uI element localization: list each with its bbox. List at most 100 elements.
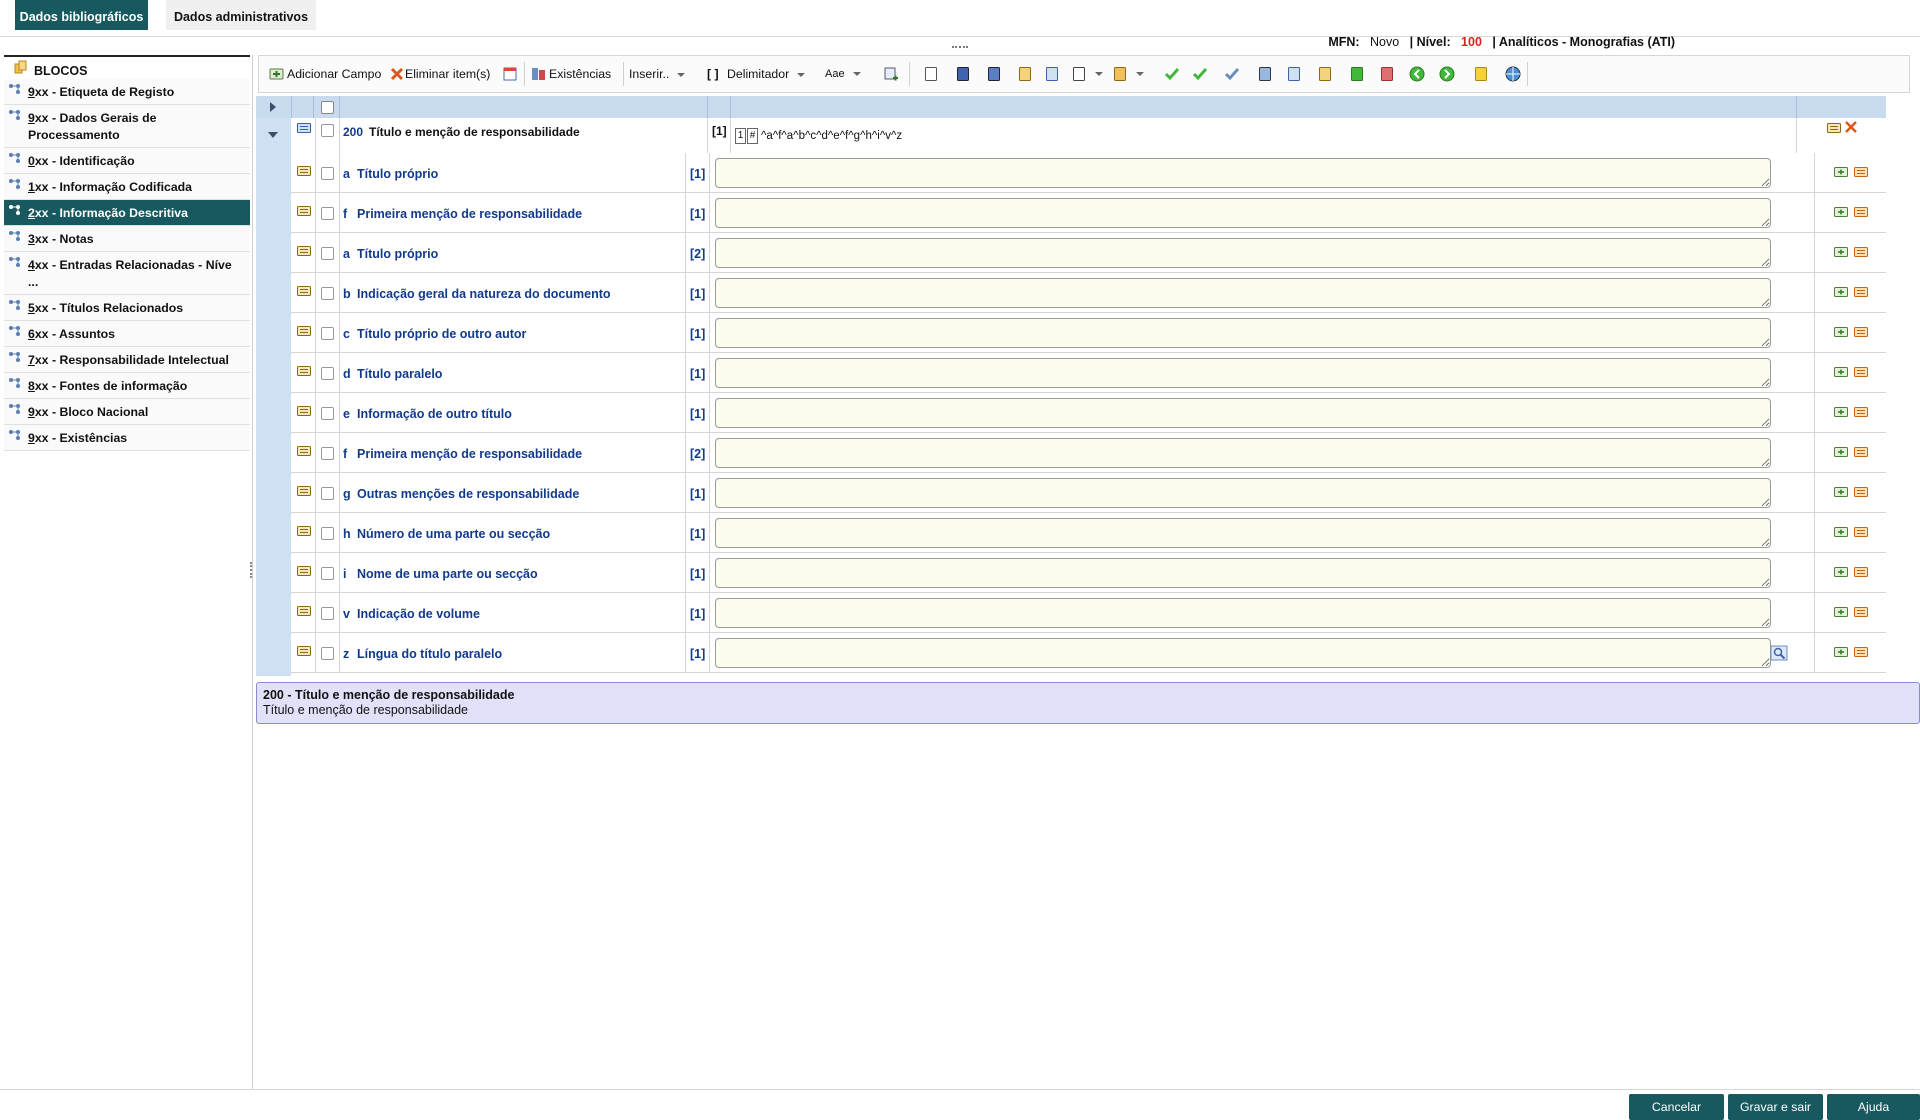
- subfield-edit-icon[interactable]: [297, 566, 311, 576]
- note-icon[interactable]: [1473, 66, 1489, 82]
- validate-save-icon[interactable]: [1192, 66, 1208, 82]
- subfield-edit-icon[interactable]: [297, 366, 311, 376]
- back-arrow-icon[interactable]: [1409, 66, 1425, 82]
- subfield-menu-icon[interactable]: [1854, 527, 1868, 537]
- zoom-in-icon[interactable]: [1044, 66, 1060, 82]
- subfield-edit-icon[interactable]: [297, 606, 311, 616]
- add-subfield-icon[interactable]: [1834, 647, 1848, 657]
- subfield-menu-icon[interactable]: [1854, 487, 1868, 497]
- subfield-checkbox[interactable]: [321, 407, 334, 420]
- subfield-checkbox[interactable]: [321, 527, 334, 540]
- subfield-menu-icon[interactable]: [1854, 167, 1868, 177]
- tab-dados-bibliograficos[interactable]: Dados bibliográficos: [15, 0, 148, 30]
- expand-all-icon[interactable]: [269, 102, 277, 112]
- add-subfield-icon[interactable]: [1834, 527, 1848, 537]
- subfield-value-input[interactable]: [715, 438, 1771, 468]
- calendar-icon[interactable]: [502, 66, 518, 82]
- globe-icon[interactable]: [1505, 66, 1521, 82]
- chevron-down-icon[interactable]: [1095, 72, 1103, 76]
- sidebar-item[interactable]: 4xx - Entradas Relacionadas - Níve ...: [4, 252, 250, 295]
- sidebar-item[interactable]: 9xx - Existências: [4, 425, 250, 451]
- add-subfield-icon[interactable]: [1834, 367, 1848, 377]
- sidebar-item[interactable]: 1xx - Informação Codificada: [4, 174, 250, 200]
- sidebar-item[interactable]: 0xx - Identificação: [4, 148, 250, 174]
- subfield-value-input[interactable]: [715, 278, 1771, 308]
- subfield-edit-icon[interactable]: [297, 246, 311, 256]
- new-record-icon[interactable]: [923, 66, 939, 82]
- collapse-field-icon[interactable]: [268, 131, 278, 139]
- save-all-icon[interactable]: [986, 66, 1002, 82]
- subfield-edit-icon[interactable]: [297, 166, 311, 176]
- add-subfield-icon[interactable]: [1834, 567, 1848, 577]
- subfield-checkbox[interactable]: [321, 567, 334, 580]
- copy-icon[interactable]: [1286, 66, 1302, 82]
- subfield-menu-icon[interactable]: [1854, 567, 1868, 577]
- add-subfield-icon[interactable]: [1834, 207, 1848, 217]
- sidebar-item[interactable]: 2xx - Informação Descritiva: [4, 200, 250, 226]
- subfield-value-input[interactable]: [715, 398, 1771, 428]
- subfield-menu-icon[interactable]: [1854, 447, 1868, 457]
- subfield-value-input[interactable]: [715, 158, 1771, 188]
- add-field-button[interactable]: Adicionar Campo: [287, 56, 381, 92]
- subfield-menu-icon[interactable]: [1854, 247, 1868, 257]
- help-button[interactable]: Ajuda: [1827, 1094, 1920, 1120]
- lookup-search-icon[interactable]: [1770, 645, 1788, 661]
- tab-dados-administrativos[interactable]: Dados administrativos: [166, 0, 316, 30]
- delete-field-icon[interactable]: [1845, 121, 1857, 133]
- subfield-edit-icon[interactable]: [297, 646, 311, 656]
- subfield-menu-icon[interactable]: [1854, 607, 1868, 617]
- subfield-value-input[interactable]: [715, 318, 1771, 348]
- add-subfield-icon[interactable]: [1834, 447, 1848, 457]
- subfield-value-input[interactable]: [715, 638, 1771, 668]
- link-add-icon[interactable]: [1349, 66, 1365, 82]
- sidebar-item[interactable]: 6xx - Assuntos: [4, 321, 250, 347]
- add-subfield-icon[interactable]: [1834, 327, 1848, 337]
- add-subfield-icon[interactable]: [1834, 247, 1848, 257]
- subfield-checkbox[interactable]: [321, 487, 334, 500]
- subfield-checkbox[interactable]: [321, 327, 334, 340]
- sidebar-item[interactable]: 3xx - Notas: [4, 226, 250, 252]
- tools-icon[interactable]: [1112, 66, 1128, 82]
- subfield-checkbox[interactable]: [321, 607, 334, 620]
- cut-icon[interactable]: [1257, 66, 1273, 82]
- sidebar-item[interactable]: 5xx - Títulos Relacionados: [4, 295, 250, 321]
- link-remove-icon[interactable]: [1379, 66, 1395, 82]
- chevron-down-icon[interactable]: [1136, 72, 1144, 76]
- subfield-checkbox[interactable]: [321, 287, 334, 300]
- subfield-value-input[interactable]: [715, 558, 1771, 588]
- subfield-value-input[interactable]: [715, 198, 1771, 228]
- save-icon[interactable]: [955, 66, 971, 82]
- insert-dropdown[interactable]: Inserir..: [629, 56, 686, 92]
- subfield-edit-icon[interactable]: [297, 406, 311, 416]
- subfield-value-input[interactable]: [715, 238, 1771, 268]
- field-menu-icon[interactable]: [1827, 123, 1841, 133]
- subfield-menu-icon[interactable]: [1854, 407, 1868, 417]
- forward-arrow-icon[interactable]: [1439, 66, 1455, 82]
- subfield-checkbox[interactable]: [321, 647, 334, 660]
- add-subfield-icon[interactable]: [1834, 287, 1848, 297]
- subfield-value-input[interactable]: [715, 478, 1771, 508]
- sidebar-item[interactable]: 7xx - Responsabilidade Intelectual: [4, 347, 250, 373]
- delete-items-button[interactable]: Eliminar item(s): [405, 56, 490, 92]
- subfield-value-input[interactable]: [715, 358, 1771, 388]
- subfield-checkbox[interactable]: [321, 367, 334, 380]
- add-subfield-icon[interactable]: [1834, 407, 1848, 417]
- spellcheck-icon[interactable]: [1224, 66, 1240, 82]
- preview-icon[interactable]: [1071, 66, 1087, 82]
- add-subfield-icon[interactable]: [1834, 607, 1848, 617]
- select-all-checkbox[interactable]: [321, 101, 334, 114]
- sidebar-item[interactable]: 9xx - Dados Gerais de Processamento: [4, 105, 250, 148]
- subfield-checkbox[interactable]: [321, 447, 334, 460]
- subfield-value-input[interactable]: [715, 518, 1771, 548]
- add-subfield-icon[interactable]: [1834, 487, 1848, 497]
- validate-check-icon[interactable]: [1164, 66, 1180, 82]
- subfield-edit-icon[interactable]: [297, 486, 311, 496]
- subfield-menu-icon[interactable]: [1854, 287, 1868, 297]
- subfield-edit-icon[interactable]: [297, 206, 311, 216]
- holdings-button[interactable]: Existências: [549, 56, 611, 92]
- clipboard-icon[interactable]: [1017, 66, 1033, 82]
- subfield-checkbox[interactable]: [321, 167, 334, 180]
- subfield-checkbox[interactable]: [321, 207, 334, 220]
- subfield-edit-icon[interactable]: [297, 286, 311, 296]
- cancel-button[interactable]: Cancelar: [1629, 1094, 1724, 1120]
